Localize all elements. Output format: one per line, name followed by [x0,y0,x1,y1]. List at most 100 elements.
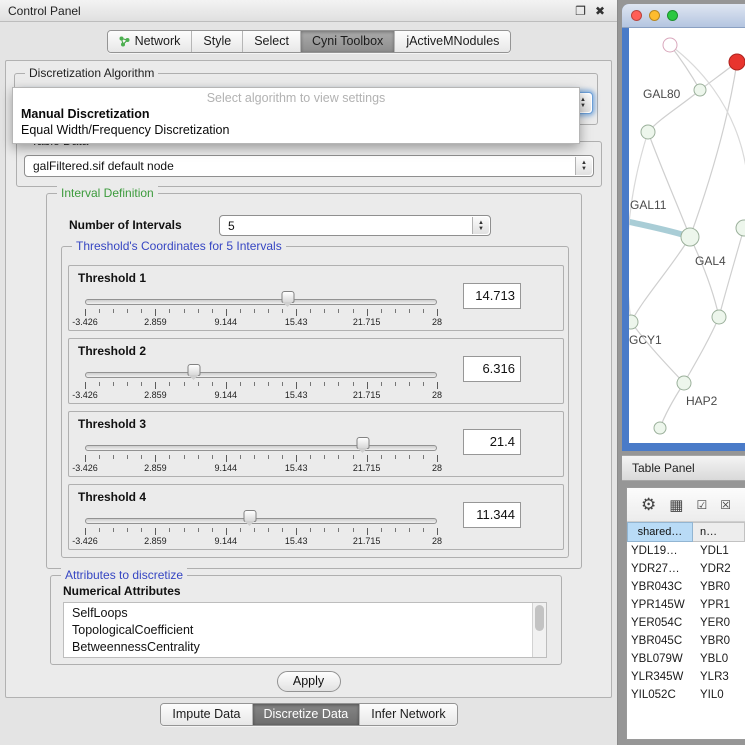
network-node[interactable] [681,228,699,246]
minimize-button[interactable] [649,10,660,21]
list-item[interactable]: BetweennessCentrality [64,639,546,656]
zoom-button[interactable] [667,10,678,21]
network-edge[interactable] [660,383,684,428]
list-item[interactable]: SelfLoops [64,605,546,622]
scrollbar-thumb[interactable] [535,605,544,631]
combo-stepper-icon[interactable] [575,157,592,175]
tab-infer-network[interactable]: Infer Network [359,704,456,725]
cell-shared-name: YDL19… [627,542,693,560]
slider-track[interactable] [85,299,437,305]
table-row[interactable]: YLR345WYLR3 [627,668,745,686]
tick-label: -3.426 [72,317,98,327]
tick-label: 21.715 [353,390,381,400]
table-row[interactable]: YBL079WYBL0 [627,650,745,668]
slider-track[interactable] [85,372,437,378]
cell-name: YDL1 [693,542,745,560]
column-header-shared-name[interactable]: shared… [627,522,693,542]
cell-name: YIL0 [693,686,745,704]
table-row[interactable]: YPR145WYPR1 [627,596,745,614]
algorithm-option[interactable]: Manual Discretization [13,106,579,122]
network-node[interactable] [629,315,638,329]
cell-name: YBL0 [693,650,745,668]
tab-label: Discretize Data [264,707,349,721]
apply-button[interactable]: Apply [277,671,341,692]
network-window-titlebar[interactable] [622,4,745,28]
tab-label: jActiveMNodules [406,34,499,48]
combo-stepper-icon[interactable] [472,217,489,234]
threshold-value-field[interactable]: 21.4 [463,429,521,455]
tab-cyni-toolbox[interactable]: Cyni Toolbox [300,31,394,52]
close-button[interactable] [631,10,642,21]
table-row[interactable]: YIL052CYIL0 [627,686,745,704]
network-edge[interactable] [648,132,690,237]
cell-shared-name: YBR045C [627,632,693,650]
slider-ticks [85,455,437,462]
threshold-label: Threshold 4 [78,490,146,504]
control-panel-titlebar: Control Panel ❐ ✖ [0,0,617,22]
numerical-attributes-list[interactable]: SelfLoopsTopologicalCoefficientBetweenne… [63,602,547,658]
node-label: HAP2 [686,394,718,408]
table-row[interactable]: YBR043CYBR0 [627,578,745,596]
column-header-name[interactable]: n… [693,522,745,542]
float-window-icon[interactable]: ❐ [575,0,586,22]
gear-icon[interactable]: ⚙ [641,495,656,515]
slider-tick-labels: -3.4262.8599.14415.4321.71528 [85,390,437,401]
threshold-value-field[interactable]: 14.713 [463,283,521,309]
network-node[interactable] [694,84,706,96]
slider-track[interactable] [85,445,437,451]
network-node[interactable] [712,310,726,324]
tab-network[interactable]: Network [108,31,192,52]
deselect-columns-icon[interactable]: ☒ [720,498,731,512]
tab-label: Network [135,34,181,48]
network-node[interactable] [654,422,666,434]
slider-thumb[interactable] [244,510,257,522]
tick-label: 2.859 [144,317,167,327]
network-edge[interactable] [719,228,744,317]
list-scrollbar[interactable] [532,603,546,657]
cell-name: YDR2 [693,560,745,578]
threshold-slider: -3.4262.8599.14415.4321.71528 [85,290,437,330]
tab-discretize-data[interactable]: Discretize Data [252,704,360,725]
network-node[interactable] [729,54,745,70]
network-node[interactable] [677,376,691,390]
network-edge[interactable] [631,322,684,383]
list-item[interactable]: TopologicalCoefficient [64,622,546,639]
slider-thumb[interactable] [357,437,370,449]
tick-label: -3.426 [72,390,98,400]
column-grid-icon[interactable]: ▦ [669,496,683,514]
threshold-value-field[interactable]: 6.316 [463,356,521,382]
slider-thumb[interactable] [282,291,295,303]
network-node[interactable] [663,38,677,52]
select-columns-icon[interactable]: ☑ [696,498,707,512]
network-node[interactable] [736,220,745,236]
network-edge[interactable] [684,317,719,383]
tab-jactivemnodules[interactable]: jActiveMNodules [394,31,510,52]
slider-thumb[interactable] [188,364,201,376]
node-label: GCY1 [629,333,662,347]
table-row[interactable]: YDL19…YDL1 [627,542,745,560]
table-row[interactable]: YBR045CYBR0 [627,632,745,650]
tab-select[interactable]: Select [242,31,300,52]
network-graph[interactable]: GAL80GAL11GAL4GCY1HAP2 [629,28,745,443]
tab-style[interactable]: Style [191,31,242,52]
tick-label: 15.43 [285,317,308,327]
threshold-label: Threshold 3 [78,417,146,431]
tick-label: 9.144 [215,317,238,327]
table-row[interactable]: YDR27…YDR2 [627,560,745,578]
tab-impute-data[interactable]: Impute Data [161,704,251,725]
network-edge[interactable] [690,237,719,317]
num-intervals-combo[interactable]: 5 [219,215,491,236]
network-edge[interactable] [670,45,745,228]
slider-track[interactable] [85,518,437,524]
algorithm-option[interactable]: Equal Width/Frequency Discretization [13,122,579,138]
tick-label: 21.715 [353,317,381,327]
network-node[interactable] [641,125,655,139]
table-row[interactable]: YER054CYER0 [627,614,745,632]
network-edge[interactable] [631,237,690,322]
close-panel-icon[interactable]: ✖ [595,0,605,22]
tick-label: 9.144 [215,536,238,546]
cell-name: YPR1 [693,596,745,614]
network-canvas[interactable]: GAL80GAL11GAL4GCY1HAP2 [629,28,745,443]
threshold-value-field[interactable]: 11.344 [463,502,521,528]
table-data-combo[interactable]: galFiltered.sif default node [24,155,594,177]
